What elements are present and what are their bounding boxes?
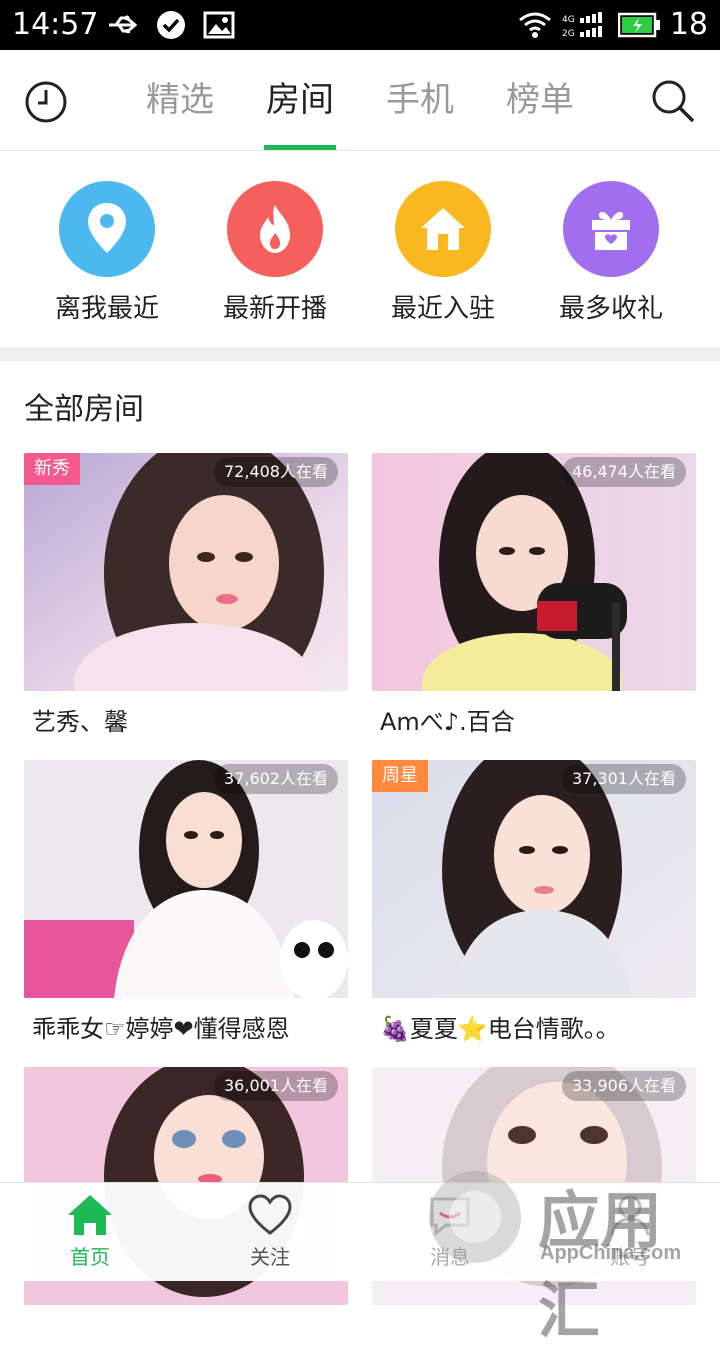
wifi-icon — [518, 12, 551, 38]
bottom-nav: 首页 关注 消息 账号 — [0, 1182, 720, 1281]
room-title: 🍇夏夏⭐电台情歌。。 — [380, 1015, 620, 1043]
nav-account[interactable]: 账号 — [540, 1183, 720, 1281]
category-label: 最多收礼 — [558, 294, 663, 324]
svg-text:2G: 2G — [562, 29, 575, 39]
room-title: 乖乖女☞婷婷❤懂得感恩 — [32, 1015, 290, 1043]
category-shortcuts: 离我最近 最新开播 最近入驻 最多收礼 — [0, 151, 720, 347]
history-clock-icon[interactable] — [24, 80, 68, 124]
status-bar: 14:57 4G 2G 18 — [0, 0, 720, 50]
room-card[interactable]: 37,602人在看 乖乖女☞婷婷❤懂得感恩 — [24, 760, 348, 1060]
room-badge: 周星 — [372, 760, 428, 792]
nav-label: 关注 — [250, 1245, 290, 1269]
message-icon — [430, 1197, 470, 1237]
viewer-count: 46,474人在看 — [562, 457, 686, 487]
category-label: 最新开播 — [222, 294, 327, 324]
section-divider — [0, 347, 720, 361]
tab-mobile[interactable]: 手机 — [360, 50, 480, 150]
nav-label: 账号 — [610, 1245, 650, 1269]
house-icon — [395, 181, 491, 277]
notification-icons — [106, 8, 236, 42]
room-thumbnail: 新秀 72,408人在看 — [24, 453, 348, 691]
heart-icon — [248, 1194, 292, 1235]
tab-bar: 精选 房间 手机 榜单 — [120, 50, 600, 150]
viewer-count: 37,301人在看 — [562, 764, 686, 794]
flame-icon — [227, 181, 323, 277]
tab-rooms[interactable]: 房间 — [240, 50, 360, 150]
tab-featured[interactable]: 精选 — [120, 50, 240, 150]
viewer-count: 36,001人在看 — [214, 1071, 338, 1101]
room-thumbnail: 46,474人在看 — [372, 453, 696, 691]
home-icon — [68, 1195, 112, 1235]
room-card[interactable]: 46,474人在看 Amべ♪.百合 — [372, 453, 696, 753]
status-time: 14:57 — [12, 7, 99, 42]
category-label: 离我最近 — [54, 294, 159, 324]
viewer-count: 33,906人在看 — [562, 1071, 686, 1101]
usb-icon — [109, 15, 138, 33]
room-thumbnail: 周星 37,301人在看 — [372, 760, 696, 998]
category-recently-joined[interactable]: 最近入驻 — [359, 181, 527, 329]
room-card[interactable]: 新秀 72,408人在看 艺秀、馨 — [24, 453, 348, 753]
status-right: 4G 2G 18 — [518, 6, 708, 44]
category-newest-live[interactable]: 最新开播 — [191, 181, 359, 329]
room-thumbnail: 37,602人在看 — [24, 760, 348, 998]
nav-label: 消息 — [430, 1245, 470, 1269]
image-icon — [203, 11, 235, 39]
svg-text:4G: 4G — [562, 15, 575, 25]
room-title: Amべ♪.百合 — [380, 708, 515, 736]
battery-icon — [617, 12, 660, 38]
nav-messages[interactable]: 消息 — [360, 1183, 540, 1281]
gift-icon — [563, 181, 659, 277]
category-most-gifts[interactable]: 最多收礼 — [527, 181, 695, 329]
tab-rankings[interactable]: 榜单 — [480, 50, 600, 150]
viewer-count: 72,408人在看 — [214, 457, 338, 487]
nav-label: 首页 — [70, 1245, 110, 1269]
battery-level: 18 — [669, 7, 708, 42]
room-title: 艺秀、馨 — [32, 708, 128, 736]
check-circle-icon — [157, 11, 185, 39]
search-icon[interactable] — [650, 78, 696, 124]
nav-home[interactable]: 首页 — [0, 1183, 180, 1281]
category-label: 最近入驻 — [390, 294, 495, 324]
nav-following[interactable]: 关注 — [180, 1183, 360, 1281]
category-nearby[interactable]: 离我最近 — [23, 181, 191, 329]
signal-icon: 4G 2G — [562, 12, 602, 39]
viewer-count: 37,602人在看 — [214, 764, 338, 794]
location-pin-icon — [59, 181, 155, 277]
section-title: 全部房间 — [24, 392, 144, 427]
top-nav: 精选 房间 手机 榜单 — [0, 50, 720, 151]
account-icon — [610, 1195, 650, 1236]
room-badge: 新秀 — [24, 453, 80, 485]
room-card[interactable]: 周星 37,301人在看 🍇夏夏⭐电台情歌。。 — [372, 760, 696, 1060]
